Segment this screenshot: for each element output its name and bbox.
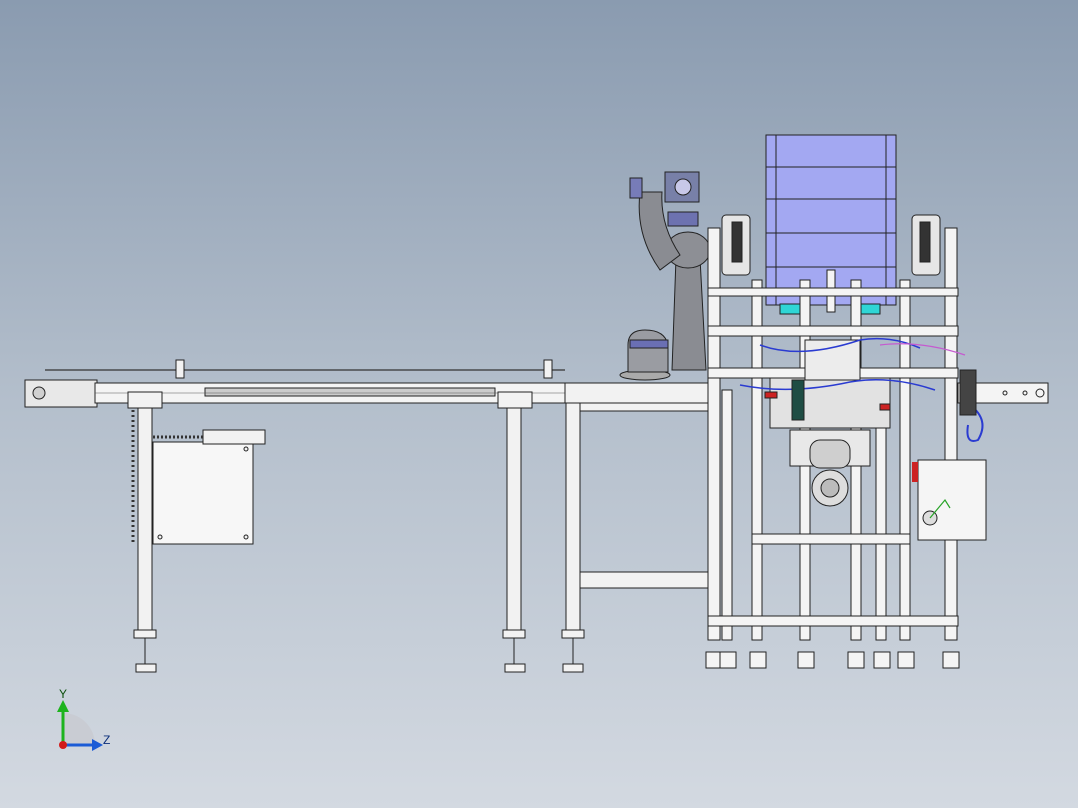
leveling-foot	[563, 664, 583, 672]
control-box	[153, 442, 253, 544]
coordinate-triad[interactable]: Y Z	[57, 687, 110, 751]
red-marker	[765, 392, 777, 398]
leveling-foot	[136, 664, 156, 672]
control-box-top	[203, 430, 265, 444]
leveling-foot	[505, 664, 525, 672]
frame-post	[566, 403, 580, 633]
triad-origin	[59, 741, 67, 749]
robot-shoulder	[628, 330, 668, 372]
frame-beam	[708, 616, 958, 626]
frame-beam	[708, 326, 958, 336]
dark-green-block	[792, 380, 804, 420]
conveyor-leg	[507, 408, 521, 633]
triad-z-label: Z	[103, 733, 110, 747]
middle-frame[interactable]	[562, 383, 715, 672]
machine-feet	[706, 652, 959, 668]
robot-lower-arm	[672, 258, 706, 370]
triad-y-arrow	[57, 700, 69, 712]
leg-bracket	[498, 392, 532, 408]
rail-support	[544, 360, 552, 378]
robot-upper-arm	[639, 192, 680, 270]
cad-viewport[interactable]: Y Z	[0, 0, 1078, 808]
conveyor-slot	[205, 388, 495, 396]
triad-y-label: Y	[59, 687, 67, 701]
triad-z-arrow	[92, 739, 103, 751]
electrical-box	[918, 460, 986, 540]
left-conveyor[interactable]	[25, 360, 565, 672]
clamp	[780, 304, 802, 314]
conveyor-leg	[138, 408, 152, 633]
triad-arc	[63, 713, 95, 745]
leg-bracket	[128, 392, 162, 408]
frame-beam	[708, 288, 958, 296]
rail-support	[176, 360, 184, 378]
red-marker	[880, 404, 890, 410]
robot-arm[interactable]	[620, 172, 710, 380]
frame-beam	[752, 534, 910, 544]
right-machine[interactable]	[706, 135, 1048, 668]
motor-shaft	[33, 387, 45, 399]
